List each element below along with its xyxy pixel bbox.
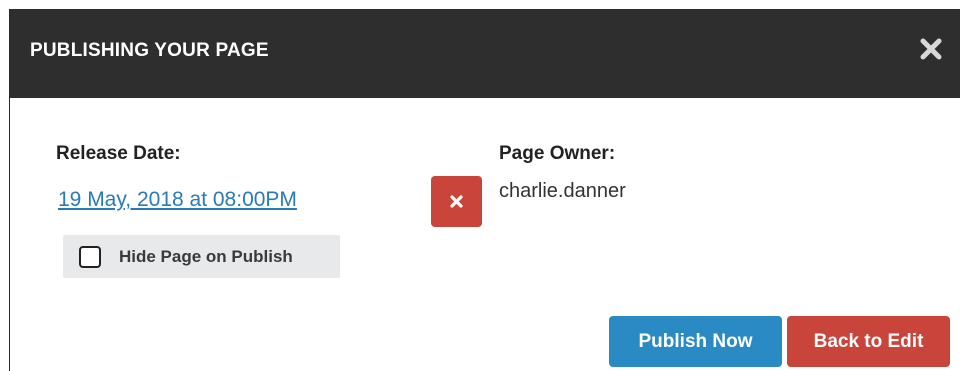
page: PUBLISHING YOUR PAGE Release Date: 19 Ma… [0, 0, 960, 371]
publish-now-button[interactable]: Publish Now [609, 316, 782, 367]
back-to-edit-button[interactable]: Back to Edit [787, 316, 950, 367]
clear-release-date-button[interactable] [431, 176, 482, 227]
hide-page-label: Hide Page on Publish [119, 247, 293, 266]
hide-page-checkbox[interactable] [79, 246, 101, 268]
hide-page-on-publish-toggle[interactable]: Hide Page on Publish [63, 235, 340, 278]
modal-header: PUBLISHING YOUR PAGE [10, 9, 960, 98]
release-date-link[interactable]: 19 May, 2018 at 08:00PM [58, 188, 297, 212]
release-date-label: Release Date: [56, 143, 181, 164]
publish-modal: PUBLISHING YOUR PAGE Release Date: 19 Ma… [9, 9, 960, 371]
close-icon [450, 195, 463, 208]
close-icon [920, 38, 942, 60]
page-owner-label: Page Owner: [499, 143, 616, 164]
page-owner-value: charlie.danner [499, 180, 626, 202]
modal-title: PUBLISHING YOUR PAGE [30, 40, 269, 61]
modal-close-button[interactable] [920, 38, 946, 64]
